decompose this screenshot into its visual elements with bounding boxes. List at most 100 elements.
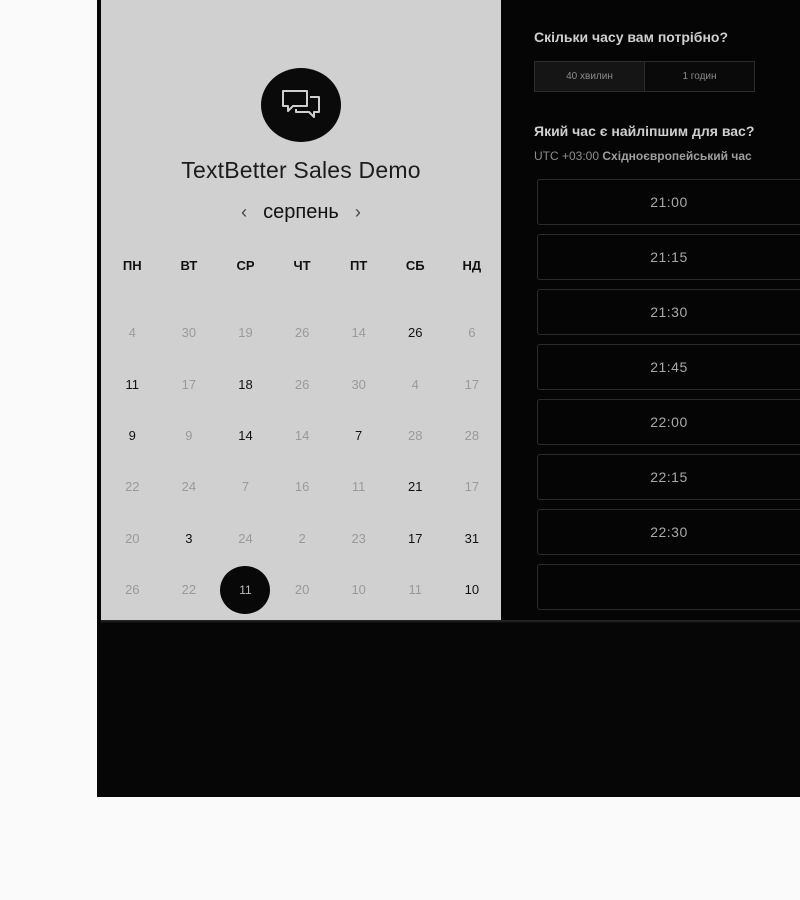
calendar-day-number: 18 — [238, 376, 253, 392]
calendar-day-number: 11 — [408, 582, 423, 598]
calendar-day: 10 — [330, 564, 387, 615]
calendar-day-number: 9 — [128, 427, 136, 443]
calendar-day: 23 — [330, 513, 387, 564]
calendar-day: 26 — [274, 358, 331, 409]
calendar-day-number: 24 — [238, 530, 253, 546]
calendar-day-number: 17 — [464, 479, 480, 495]
calendar-day-number: 24 — [181, 479, 197, 495]
calendar-day: 16 — [274, 461, 331, 512]
calendar-day-number: 4 — [128, 325, 136, 341]
calendar-day: 28 — [444, 410, 501, 461]
calendar-day: 17 — [161, 358, 218, 409]
calendar-day[interactable]: 9 — [104, 410, 161, 461]
calendar-day[interactable]: 21 — [387, 461, 444, 512]
calendar-day: 22 — [161, 564, 218, 615]
calendar-day[interactable]: 14 — [217, 410, 274, 461]
calendar-day-number: 11 — [351, 479, 366, 495]
calendar-day-number: 17 — [408, 530, 423, 546]
weekday-label: ВТ — [180, 258, 198, 273]
duration-option-40-min[interactable]: 40 хвилин — [534, 61, 645, 92]
timezone-name: Східноєвропейський час — [602, 149, 752, 163]
chat-bubbles-icon — [282, 90, 320, 118]
calendar-day[interactable]: 11 — [104, 358, 161, 409]
calendar-day-number: 9 — [185, 427, 193, 443]
calendar-grid: 4 30 19 26 14 26 6 11 17 18 26 30 4 17 9 9 14 14 7 28 28 22 24… — [104, 307, 500, 615]
calendar-day: 24 — [161, 461, 218, 512]
calendar-day: 19 — [217, 307, 274, 358]
time-slot-button[interactable]: 21:30 — [537, 289, 800, 335]
calendar-day-number: 26 — [294, 325, 310, 341]
calendar-day[interactable]: 18 — [217, 358, 274, 409]
calendar-day-number: 22 — [181, 582, 197, 598]
calendar-day-number: 31 — [464, 530, 480, 546]
calendar-day: 11 — [387, 564, 444, 615]
time-slot-button[interactable]: 21:00 — [537, 179, 800, 225]
calendar-day-number: 17 — [181, 376, 197, 392]
calendar-day[interactable]: 31 — [444, 513, 501, 564]
calendar-day-number: 10 — [464, 582, 480, 598]
time-slot-button[interactable]: 21:45 — [537, 344, 800, 390]
calendar-day-number: 30 — [181, 325, 197, 341]
calendar-day-number: 11 — [125, 376, 140, 392]
calendar-day-number: 17 — [464, 376, 480, 392]
calendar-day[interactable]: 10 — [444, 564, 501, 615]
calendar-day-number: 4 — [411, 376, 419, 392]
calendar-day: 11 — [330, 461, 387, 512]
calendar-day-number: 26 — [125, 582, 140, 598]
calendar-day-number: 30 — [351, 376, 366, 392]
time-slot-button[interactable]: 22:15 — [537, 454, 800, 500]
calendar-day: 7 — [217, 461, 274, 512]
calendar-day-number: 20 — [125, 530, 140, 546]
weekday-label: НД — [462, 258, 482, 273]
calendar-day: 17 — [444, 358, 501, 409]
time-slot-button[interactable]: 21:15 — [537, 234, 800, 280]
time-slot-label: 22:00 — [650, 414, 688, 430]
calendar-day-number: 19 — [238, 325, 253, 341]
time-slot-button[interactable]: 22:30 — [537, 509, 800, 555]
calendar-day: 22 — [104, 461, 161, 512]
calendar-day-number: 6 — [468, 325, 476, 341]
calendar-day-number: 26 — [294, 376, 310, 392]
timezone-offset: UTC +03:00 — [534, 149, 600, 163]
weekday-label: СР — [236, 258, 255, 273]
weekday-label: ПН — [122, 258, 142, 273]
calendar-day: 30 — [161, 307, 218, 358]
calendar-day[interactable]: 7 — [330, 410, 387, 461]
time-slot-list: 21:00 21:15 21:30 21:45 22:00 22:15 22:30 — [537, 179, 800, 619]
calendar-day-number: 20 — [294, 582, 310, 598]
calendar-day: 28 — [387, 410, 444, 461]
chevron-left-icon[interactable]: ‹ — [239, 202, 249, 223]
calendar-day: 4 — [104, 307, 161, 358]
time-slot-label: 21:15 — [650, 249, 688, 265]
month-navigation: ‹ серпень › — [101, 201, 501, 224]
calendar-day: 20 — [104, 513, 161, 564]
calendar-day[interactable]: 26 — [387, 307, 444, 358]
calendar-day: 26 — [274, 307, 331, 358]
time-slot-button[interactable]: 22:00 — [537, 399, 800, 445]
calendar-day-number: 16 — [294, 479, 310, 495]
duration-option-1-hour[interactable]: 1 годин — [645, 61, 755, 92]
calendar-day[interactable]: 17 — [387, 513, 444, 564]
calendar-day: 2 — [274, 513, 331, 564]
duration-selector: 40 хвилин 1 годин — [534, 61, 755, 92]
calendar-day-number: 28 — [408, 427, 423, 443]
chevron-right-icon[interactable]: › — [353, 202, 363, 223]
calendar-day-number: 22 — [125, 479, 140, 495]
calendar-day-number: 7 — [241, 479, 250, 495]
calendar-day[interactable]: 3 — [161, 513, 218, 564]
time-slot-label: 21:00 — [650, 194, 688, 210]
event-title: TextBetter Sales Demo — [181, 157, 421, 183]
calendar-day: 4 — [387, 358, 444, 409]
calendar-day-number: 7 — [355, 427, 363, 443]
calendar-day: 14 — [274, 410, 331, 461]
weekday-label: ПТ — [350, 258, 368, 273]
calendar-day-number: 23 — [351, 530, 366, 546]
calendar-day: 9 — [161, 410, 218, 461]
time-slot-label: 22:30 — [650, 524, 688, 540]
calendar-day-number: 2 — [298, 530, 306, 546]
event-logo — [261, 68, 341, 142]
calendar-day-number: 10 — [351, 582, 366, 598]
time-slot-label: 22:15 — [650, 469, 688, 485]
time-slot-button[interactable] — [537, 564, 800, 610]
calendar-day-selected[interactable]: 11 — [217, 564, 274, 615]
